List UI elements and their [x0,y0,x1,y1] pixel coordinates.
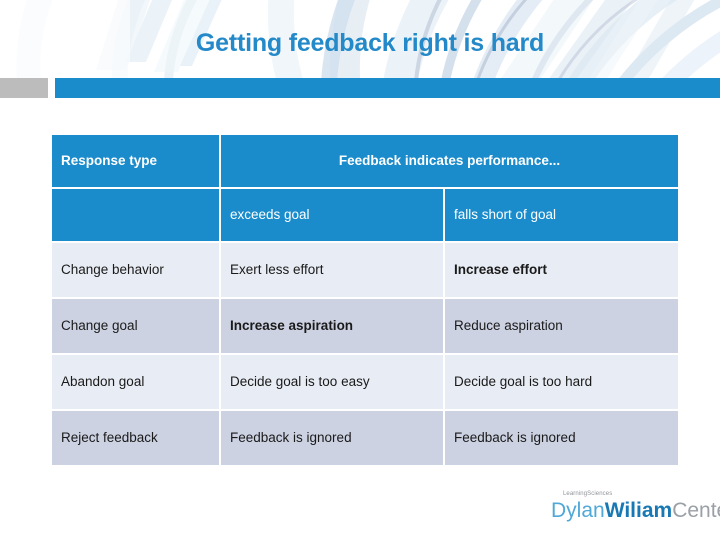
logo-tagline-learning: Learning [563,491,588,497]
title-rule-gray [0,78,48,98]
table-header-row: Response type Feedback indicates perform… [52,135,678,187]
row-response-label: Change goal [52,299,219,353]
row-response-label: Reject feedback [52,411,219,465]
table-row: Reject feedback Feedback is ignored Feed… [52,411,678,465]
logo-tagline: LearningSciences [563,490,711,498]
title-rule-blue [55,78,720,98]
header-response-type: Response type [52,135,219,187]
row-exceeds-goal-value: Feedback is ignored [221,411,443,465]
logo-tagline-sciences: Sciences [587,491,613,497]
row-falls-short-value: Decide goal is too hard [445,355,678,409]
header-feedback-indicates: Feedback indicates performance... [221,135,678,187]
logo-word-wiliam: Wiliam [604,499,673,522]
feedback-response-table: Response type Feedback indicates perform… [50,133,680,467]
slide-canvas: Getting feedback right is hard Response … [0,0,720,540]
logo-word-center: Center [672,499,720,522]
table-row: Abandon goal Decide goal is too easy Dec… [52,355,678,409]
table-row: Change goal Increase aspiration Reduce a… [52,299,678,353]
row-falls-short-value: Feedback is ignored [445,411,678,465]
row-exceeds-goal-value: Exert less effort [221,243,443,297]
page-title: Getting feedback right is hard [195,29,545,57]
row-exceeds-goal-value: Increase aspiration [221,299,443,353]
subheader-exceeds-goal: exceeds goal [221,189,443,241]
row-response-label: Abandon goal [52,355,219,409]
subheader-blank [52,189,219,241]
logo-word-dylan: Dylan [551,499,605,522]
row-exceeds-goal-value: Decide goal is too easy [221,355,443,409]
table-row: Change behavior Exert less effort Increa… [52,243,678,297]
row-response-label: Change behavior [52,243,219,297]
table-subheader-row: exceeds goal falls short of goal [52,189,678,241]
dylan-wiliam-center-logo: LearningSciences DylanWiliamCenter [551,490,720,532]
logo-wordmark: DylanWiliamCenter [551,499,720,523]
row-falls-short-value: Increase effort [445,243,678,297]
subheader-falls-short-of-goal: falls short of goal [445,189,678,241]
row-falls-short-value: Reduce aspiration [445,299,678,353]
